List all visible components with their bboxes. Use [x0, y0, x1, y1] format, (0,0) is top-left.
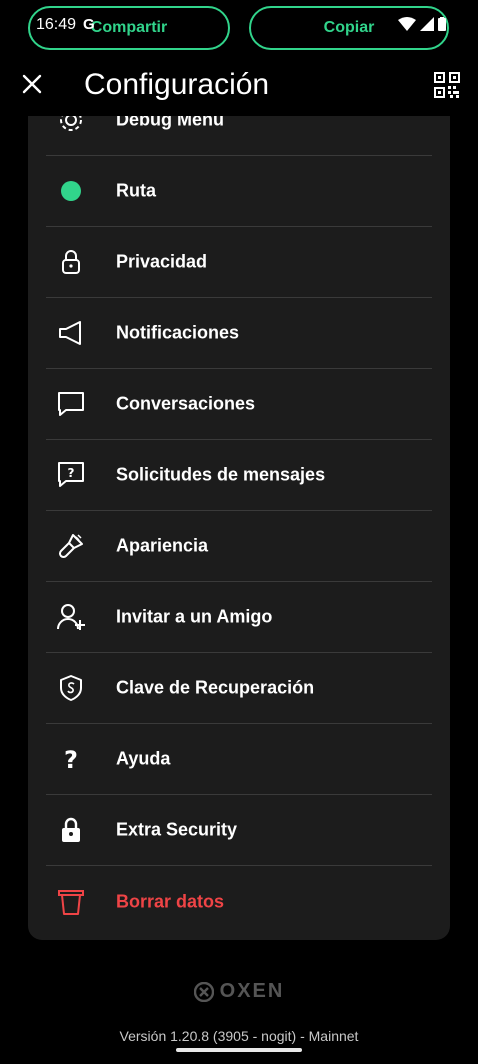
status-bar: Compartir Copiar 16:49 G	[0, 0, 478, 56]
menu-item-label: Apariencia	[116, 535, 209, 556]
paintbrush-icon	[56, 531, 86, 561]
chat-question-icon: ?	[56, 460, 86, 490]
menu-item-invite-friend[interactable]: Invitar a un Amigo	[46, 582, 432, 653]
menu-item-label: Ayuda	[116, 748, 171, 769]
green-dot-icon	[56, 176, 86, 206]
menu-item-label: Privacidad	[116, 251, 208, 272]
menu-item-label: Invitar a un Amigo	[116, 606, 273, 627]
status-time: 16:49	[36, 16, 77, 33]
gear-icon	[56, 116, 86, 135]
menu-item-message-requests[interactable]: ? Solicitudes de mensajes	[46, 440, 432, 511]
shield-icon	[56, 673, 86, 703]
version-info: Versión 1.20.8 (3905 - nogit) - Mainnet	[119, 1028, 359, 1044]
menu-item-privacy[interactable]: Privacidad	[46, 227, 432, 298]
question-icon: ?	[56, 744, 86, 774]
menu-item-label: Debug Menu	[116, 116, 224, 130]
menu-item-label: Extra Security	[116, 819, 238, 840]
chat-bubble-icon	[56, 389, 86, 419]
menu-item-clear-data[interactable]: Borrar datos	[46, 866, 432, 937]
brand-logo: OXEN	[0, 980, 478, 1003]
close-icon[interactable]	[20, 72, 44, 96]
google-notification-icon: G	[83, 16, 98, 33]
megaphone-icon	[56, 318, 86, 348]
menu-item-label: Ruta	[116, 180, 156, 201]
menu-item-route[interactable]: Ruta	[46, 156, 432, 227]
menu-item-debug[interactable]: Debug Menu	[46, 116, 432, 156]
menu-item-notifications[interactable]: Notificaciones	[46, 298, 432, 369]
menu-item-extra-security[interactable]: Extra Security	[46, 795, 432, 866]
copy-button-label: Copiar	[323, 19, 375, 36]
svg-text:?: ?	[68, 466, 75, 480]
menu-item-appearance[interactable]: Apariencia	[46, 511, 432, 582]
lock-icon	[56, 247, 86, 277]
battery-icon	[438, 17, 446, 31]
menu-item-label: Borrar datos	[116, 891, 225, 911]
menu-item-conversations[interactable]: Conversaciones	[46, 369, 432, 440]
menu-item-label: Solicitudes de mensajes	[116, 464, 326, 485]
page-title: Configuración	[84, 68, 270, 101]
system-icons	[398, 17, 446, 31]
menu-item-label: Notificaciones	[116, 322, 240, 343]
menu-item-recovery-key[interactable]: Clave de Recuperación	[46, 653, 432, 724]
menu-item-label: Conversaciones	[116, 393, 256, 414]
trash-icon	[56, 887, 86, 917]
qr-code-icon[interactable]	[434, 72, 460, 98]
add-user-icon	[56, 602, 86, 632]
svg-text:?: ?	[64, 746, 78, 774]
settings-header: Configuración	[0, 58, 478, 116]
home-indicator[interactable]	[176, 1048, 302, 1052]
menu-item-help[interactable]: ? Ayuda	[46, 724, 432, 795]
brand-name: OXEN	[219, 980, 285, 1002]
menu-item-label: Clave de Recuperación	[116, 677, 315, 698]
oxen-logo-icon	[193, 981, 214, 1002]
settings-menu: Debug Menu Ruta Privacidad Notificacione…	[28, 116, 450, 940]
wifi-icon	[398, 17, 416, 31]
share-button-label: Compartir	[90, 19, 168, 36]
signal-icon	[420, 17, 434, 31]
lock-filled-icon	[56, 815, 86, 845]
